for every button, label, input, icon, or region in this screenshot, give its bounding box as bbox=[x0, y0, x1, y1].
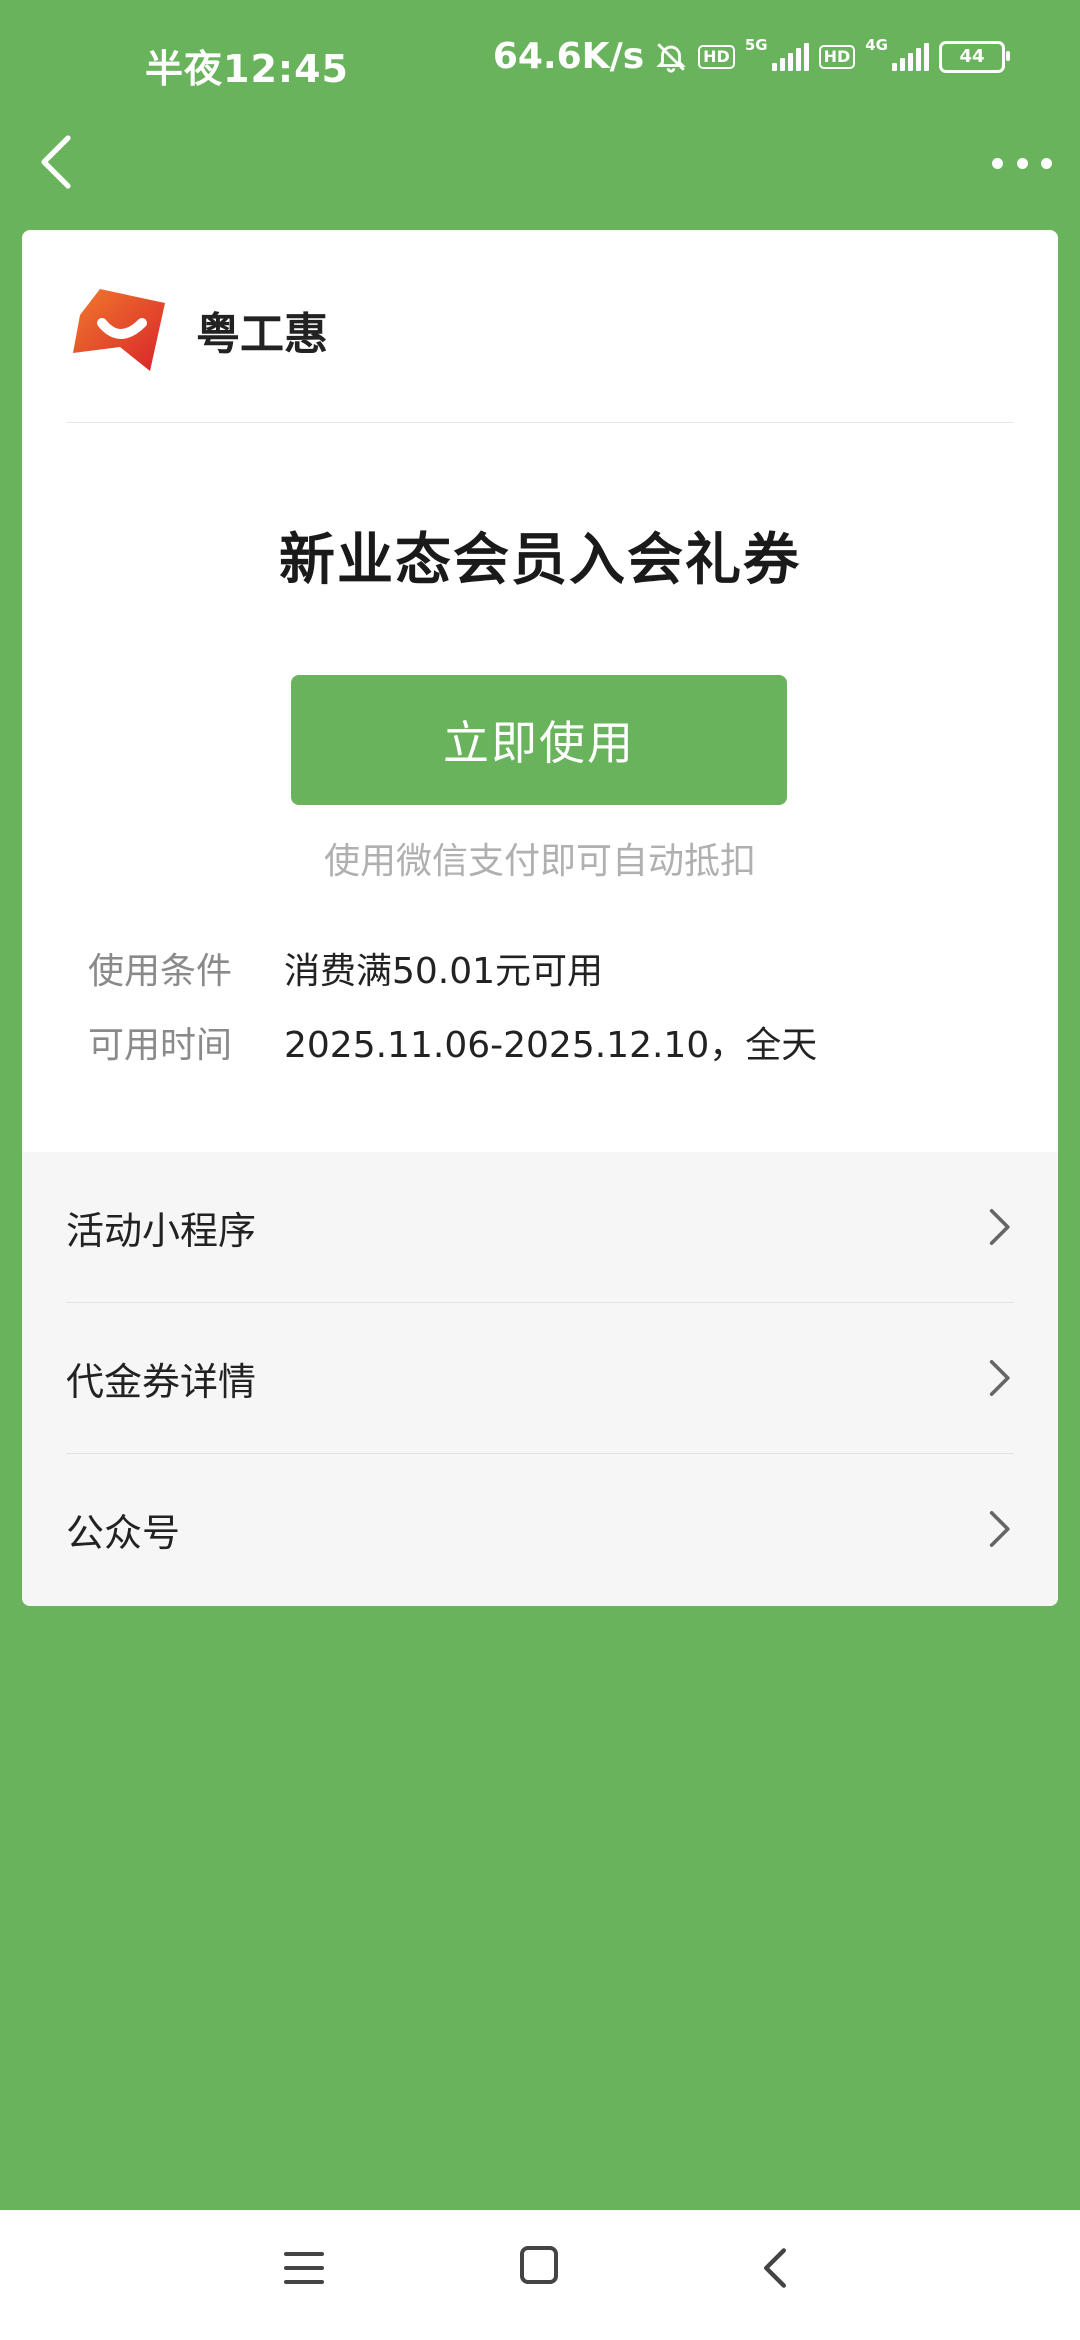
valid-time-value: 2025.11.06-2025.12.10，全天 bbox=[284, 1025, 818, 1066]
signal-icon bbox=[771, 42, 809, 71]
conditions-label: 使用条件 bbox=[88, 951, 233, 992]
link-label: 活动小程序 bbox=[66, 1208, 257, 1253]
link-label: 公众号 bbox=[66, 1510, 181, 1555]
payment-hint: 使用微信支付即可自动抵扣 bbox=[323, 841, 756, 882]
link-list: 活动小程序 代金券详情 公众号 bbox=[22, 1152, 1058, 1606]
hd-badge: HD bbox=[818, 44, 856, 69]
valid-time-label: 可用时间 bbox=[88, 1025, 233, 1066]
conditions-row: 使用条件 消费满50.01元可用 bbox=[88, 942, 603, 994]
system-back-icon[interactable] bbox=[760, 2246, 790, 2290]
more-options-icon[interactable] bbox=[992, 148, 1052, 178]
conditions-value: 消费满50.01元可用 bbox=[284, 951, 604, 992]
network-type-label: 4G bbox=[865, 35, 888, 54]
network-type-label: 5G bbox=[744, 35, 768, 54]
brand-header: 粤工惠 bbox=[70, 280, 328, 380]
chevron-right-icon bbox=[989, 1209, 1010, 1245]
hd-badge: HD bbox=[698, 44, 735, 69]
yuegonghui-logo-icon bbox=[73, 289, 165, 371]
battery-level: 44 bbox=[959, 46, 985, 67]
coupon-title: 新业态会员入会礼券 bbox=[279, 528, 801, 593]
brand-name: 粤工惠 bbox=[196, 309, 328, 360]
valid-time-row: 可用时间 2025.11.06-2025.12.10，全天 bbox=[88, 1016, 817, 1068]
menu-icon[interactable] bbox=[284, 2248, 324, 2288]
link-official-account[interactable]: 公众号 bbox=[66, 1454, 1014, 1604]
net-speed: 64.6K/s bbox=[492, 36, 645, 77]
status-time: 半夜12:45 bbox=[145, 47, 349, 91]
chevron-right-icon bbox=[989, 1511, 1010, 1547]
mute-bell-icon bbox=[656, 42, 686, 73]
link-label: 代金券详情 bbox=[66, 1359, 257, 1404]
battery-icon: 44 bbox=[939, 40, 1010, 73]
system-nav-bar bbox=[0, 2210, 1080, 2340]
coupon-card: 粤工惠 新业态会员入会礼券 立即使用 使用微信支付即可自动抵扣 使用条件 消费满… bbox=[22, 230, 1058, 1606]
use-now-button[interactable]: 立即使用 bbox=[291, 675, 787, 805]
back-arrow-icon[interactable] bbox=[32, 132, 80, 192]
divider bbox=[66, 422, 1014, 423]
status-bar: 半夜12:45 64.6K/s HD 5G HD 4G 44 bbox=[0, 0, 1080, 120]
chevron-right-icon bbox=[989, 1360, 1010, 1396]
status-indicators: 64.6K/s HD 5G HD 4G 44 bbox=[492, 35, 1010, 77]
signal-icon bbox=[892, 42, 929, 71]
home-icon[interactable] bbox=[520, 2246, 558, 2284]
link-mini-program[interactable]: 活动小程序 bbox=[66, 1152, 1014, 1302]
link-voucher-details[interactable]: 代金券详情 bbox=[66, 1303, 1014, 1453]
